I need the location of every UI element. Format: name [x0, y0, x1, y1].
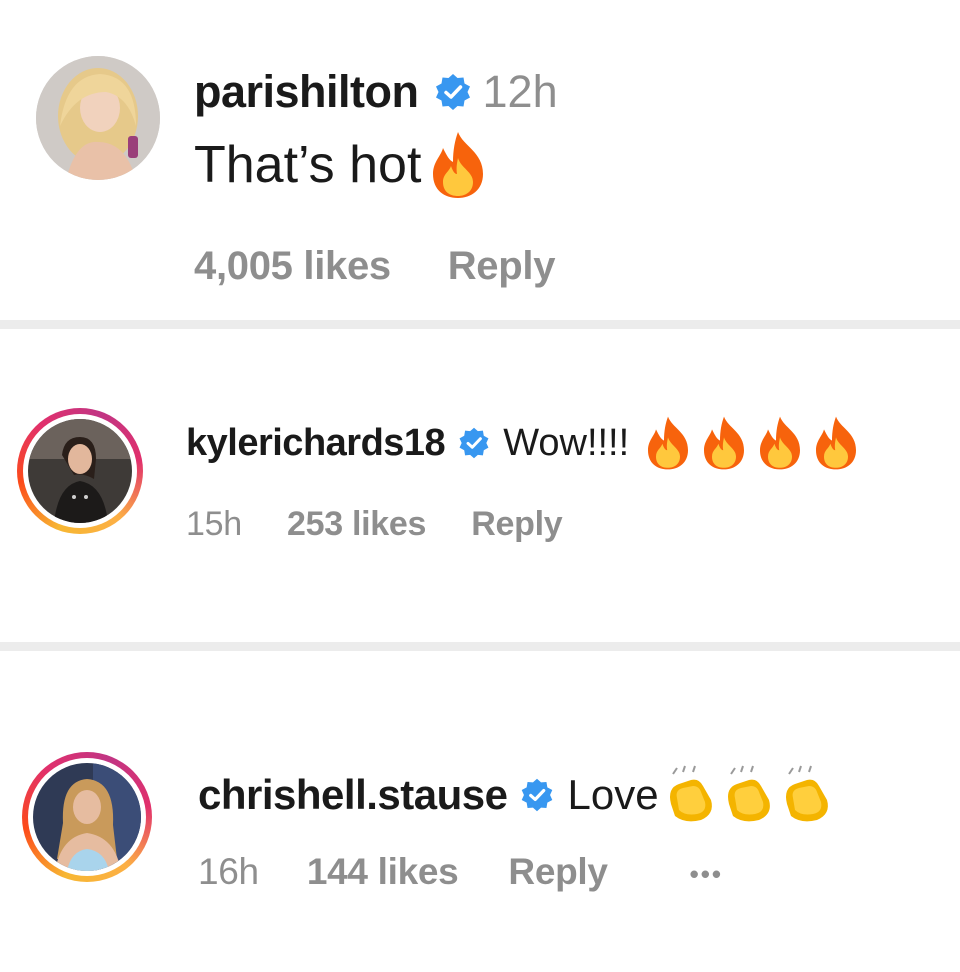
comment-body: That’s hot: [194, 130, 489, 200]
fire-icon: [755, 415, 805, 471]
comment-header: kylerichards18 Wow!!!!: [186, 415, 861, 471]
comment-header: parishilton 12h: [194, 64, 558, 120]
timestamp: 12h: [482, 66, 558, 117]
like-count[interactable]: 144 likes: [307, 851, 459, 892]
username[interactable]: parishilton: [194, 66, 419, 118]
fire-icon: [427, 130, 489, 200]
avatar[interactable]: [33, 763, 141, 871]
clapping-hands-icon: [719, 764, 777, 826]
comment-kylerichards18: kylerichards18 Wow!!!! 15h 253 likes Rep…: [0, 329, 960, 642]
divider: [0, 320, 960, 329]
reply-button[interactable]: Reply: [471, 505, 562, 543]
username[interactable]: chrishell.stause: [198, 771, 508, 819]
comment-text: Wow!!!!: [503, 421, 630, 464]
reply-button[interactable]: Reply: [448, 244, 556, 288]
avatar[interactable]: [36, 56, 160, 180]
reply-button[interactable]: Reply: [508, 851, 608, 892]
clapping-hands-icon: [777, 764, 835, 826]
timestamp: 16h: [198, 851, 259, 892]
avatar[interactable]: [28, 419, 132, 523]
kyle-avatar: [28, 419, 132, 523]
comment-text: That’s hot: [194, 136, 422, 194]
fire-icon: [811, 415, 861, 471]
timestamp: 15h: [186, 505, 242, 543]
verified-badge-icon: [433, 72, 473, 112]
username[interactable]: kylerichards18: [186, 422, 446, 465]
comment-header: chrishell.stause Love: [198, 764, 835, 826]
comment-meta: 16h 144 likes Reply •••: [198, 851, 723, 893]
comment-meta: 15h 253 likes Reply: [186, 505, 563, 544]
verified-badge-icon: [519, 777, 555, 813]
verified-badge-icon: [457, 426, 491, 460]
like-count[interactable]: 253 likes: [287, 505, 426, 543]
like-count[interactable]: 4,005 likes: [194, 244, 391, 288]
comment-chrishell-stause: chrishell.stause Love 16h 144 likes Repl…: [0, 651, 960, 972]
comment-text: Love: [567, 771, 659, 818]
paris-avatar: [36, 56, 160, 180]
divider: [0, 642, 960, 651]
comment-meta: 4,005 likes Reply: [194, 244, 555, 289]
fire-icon: [643, 415, 693, 471]
comment-parishilton: parishilton 12h That’s hot 4,005 likes R…: [0, 0, 960, 320]
more-options-button[interactable]: •••: [690, 859, 723, 889]
clapping-hands-icon: [661, 764, 719, 826]
fire-icon: [699, 415, 749, 471]
chrishell-avatar: [33, 763, 141, 871]
